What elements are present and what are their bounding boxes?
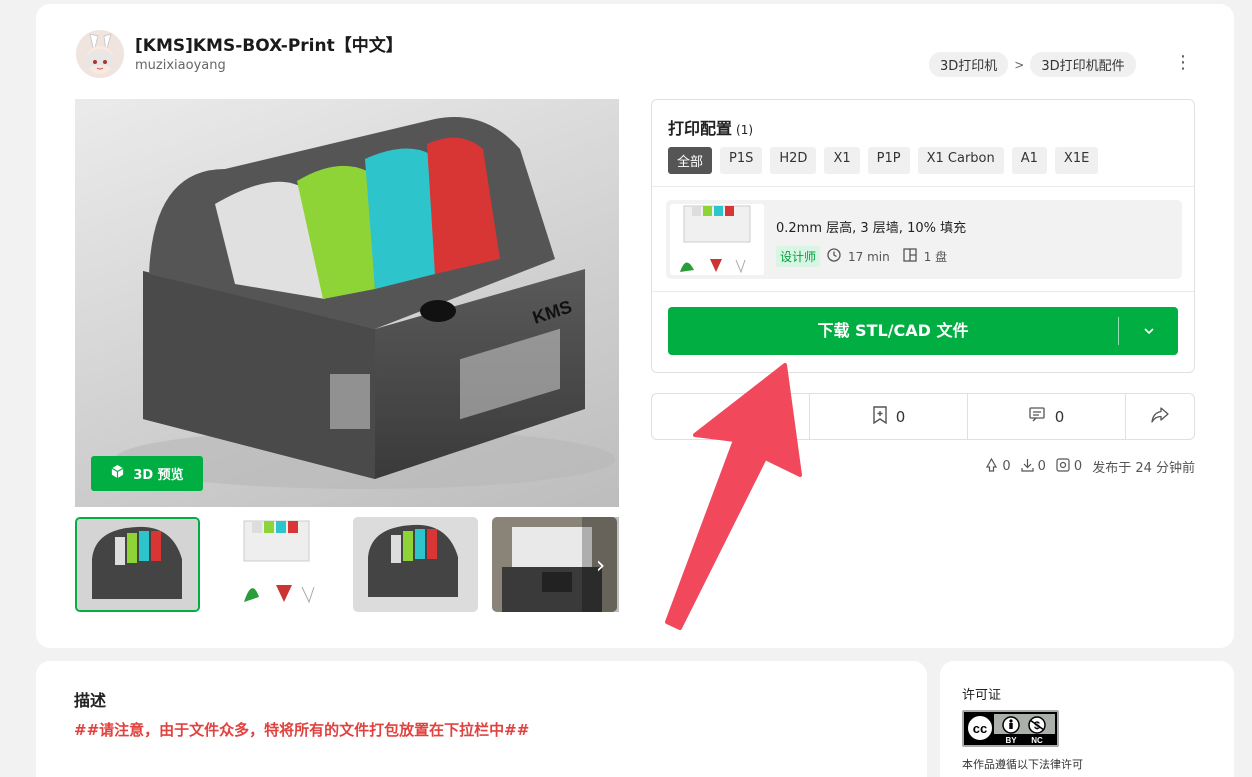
divider	[652, 291, 1194, 292]
breadcrumb: 3D打印机 > 3D打印机配件	[929, 52, 1136, 77]
author-name[interactable]: muzixiaoyang	[135, 58, 226, 73]
printer-chip-x1[interactable]: X1	[824, 147, 860, 174]
share-icon	[1151, 406, 1169, 427]
printer-chip-x1-carbon[interactable]: X1 Carbon	[917, 147, 1004, 174]
print-icon	[1056, 457, 1070, 476]
print-profile-name: 0.2mm 层高, 3 层墙, 10% 填充	[776, 221, 967, 236]
print-profile-thumbnail	[670, 204, 764, 275]
cube-icon	[110, 464, 125, 483]
bookmark-add-icon	[872, 405, 888, 428]
comment-count: 0	[1054, 407, 1065, 426]
download-icon	[1021, 458, 1034, 476]
print-profile-meta: 设计师 17 min 1 盘	[776, 246, 947, 267]
svg-text:BY: BY	[1005, 736, 1017, 745]
description-card: 描述 ##请注意，由于文件众多，特将所有的文件打包放置在下拉栏中##	[36, 661, 927, 777]
collect-count: 0	[895, 407, 906, 426]
breadcrumb-category[interactable]: 3D打印机	[929, 52, 1009, 77]
svg-text:cc: cc	[973, 721, 987, 736]
description-heading: 描述	[74, 691, 107, 710]
action-bar: 0 0	[651, 393, 1195, 440]
license-card: 许可证 cc $ BY NC 本作品遵循以下法律许可	[940, 661, 1234, 777]
chevron-down-icon[interactable]	[1119, 307, 1178, 355]
printer-chip-h2d[interactable]: H2D	[770, 147, 817, 174]
breadcrumb-subcategory[interactable]: 3D打印机配件	[1030, 52, 1136, 77]
thumbnail-3[interactable]	[353, 517, 478, 612]
boost-count: 0	[1002, 459, 1011, 474]
model-stats: 0 0 0 发布于 24 分钟前	[985, 457, 1195, 476]
author-avatar[interactable]	[76, 30, 124, 78]
boost-icon	[985, 457, 998, 476]
description-text: ##请注意，由于文件众多，特将所有的文件打包放置在下拉栏中##	[74, 721, 530, 739]
printer-chip-x1e[interactable]: X1E	[1054, 147, 1099, 174]
svg-text:NC: NC	[1031, 736, 1043, 745]
3d-preview-label: 3D 预览	[133, 468, 184, 483]
thumbnail-strip: ›	[75, 517, 619, 614]
printer-chip-p1p[interactable]: P1P	[867, 147, 910, 174]
main-model-image[interactable]: KMS	[75, 99, 619, 507]
divider	[652, 186, 1194, 187]
comment-icon	[1029, 406, 1047, 427]
license-heading: 许可证	[962, 688, 1002, 703]
model-title: [KMS]KMS-BOX-Print【中文】	[135, 36, 403, 56]
print-config-count: (1)	[736, 123, 754, 137]
model-header-card: [KMS]KMS-BOX-Print【中文】 muzixiaoyang 3D打印…	[36, 4, 1234, 648]
more-options-icon[interactable]: ⋮	[1174, 54, 1192, 74]
like-button[interactable]	[652, 394, 810, 439]
printer-chip-a1[interactable]: A1	[1011, 147, 1047, 174]
print-profile-card[interactable]: 0.2mm 层高, 3 层墙, 10% 填充 设计师 17 min 1 盘	[666, 200, 1182, 279]
thumbs-up-icon	[722, 406, 740, 428]
designer-badge: 设计师	[776, 246, 821, 267]
download-stl-button[interactable]: 下载 STL/CAD 文件	[668, 307, 1178, 355]
published-time: 发布于 24 分钟前	[1092, 461, 1195, 476]
clock-icon	[827, 248, 841, 265]
printer-chip-all[interactable]: 全部	[668, 147, 713, 174]
breadcrumb-separator: >	[1014, 57, 1025, 72]
collect-button[interactable]: 0	[810, 394, 968, 439]
share-button[interactable]	[1126, 394, 1194, 439]
3d-preview-button[interactable]: 3D 预览	[91, 456, 203, 491]
plate-icon	[903, 248, 917, 265]
comment-button[interactable]: 0	[968, 394, 1126, 439]
print-config-panel: 打印配置 (1) 全部 P1S H2D X1 P1P X1 Carbon A1 X…	[651, 99, 1195, 373]
print-config-title: 打印配置 (1)	[668, 119, 754, 138]
license-text: 本作品遵循以下法律许可	[962, 758, 1083, 771]
cc-license-badge[interactable]: cc $ BY NC	[962, 710, 1059, 747]
thumbnail-2[interactable]	[214, 517, 339, 612]
print-count: 0	[1073, 459, 1083, 474]
printer-chip-p1s[interactable]: P1S	[720, 147, 763, 174]
plate-count: 1 盘	[923, 250, 948, 264]
chevron-right-icon[interactable]: ›	[582, 517, 619, 612]
thumbnail-1[interactable]	[75, 517, 200, 612]
print-time: 17 min	[848, 249, 890, 264]
download-label: 下载 STL/CAD 文件	[817, 321, 969, 340]
download-count: 0	[1037, 459, 1046, 474]
printer-filter: 全部 P1S H2D X1 P1P X1 Carbon A1 X1E	[668, 147, 1099, 174]
